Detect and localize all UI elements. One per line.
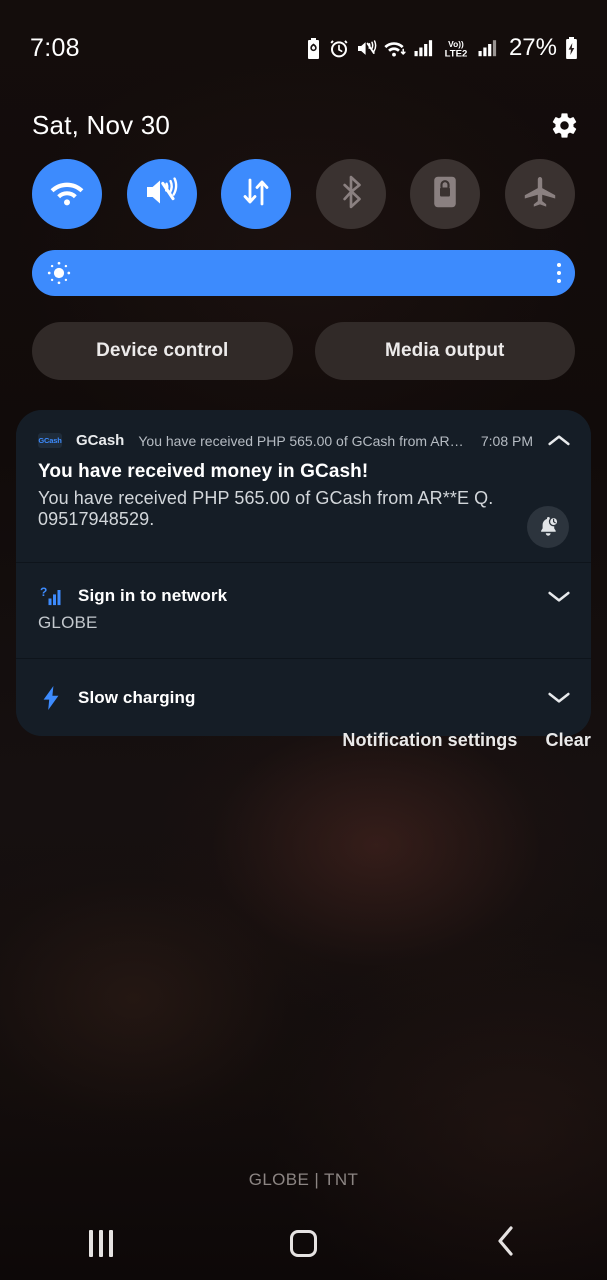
signal-bars-sim1-icon xyxy=(414,39,434,57)
notification-slow-charging[interactable]: Slow charging xyxy=(16,658,591,736)
shade-header: Sat, Nov 30 xyxy=(0,96,607,154)
notification-gcash[interactable]: GCash GCash You have received PHP 565.00… xyxy=(16,410,591,562)
notification-title: Sign in to network xyxy=(78,586,228,605)
notification-sign-in-to-network[interactable]: ? Sign in to network GLOBE xyxy=(16,562,591,658)
media-output-button[interactable]: Media output xyxy=(314,322,575,380)
navigation-bar xyxy=(0,1206,607,1280)
notification-settings-button[interactable]: Notification settings xyxy=(342,730,517,751)
quick-settings-toggles xyxy=(0,158,607,230)
bluetooth-icon xyxy=(336,175,366,214)
rotation-lock-icon xyxy=(432,175,458,214)
notification-summary: You have received PHP 565.00 of GCash fr… xyxy=(138,432,469,449)
notification-actions: Notification settings Clear xyxy=(342,730,591,751)
status-bar: 7:08 Vo)) LTE2 27% xyxy=(0,0,607,96)
notification-title: Slow charging xyxy=(78,687,196,707)
notification-time: 7:08 PM xyxy=(480,432,533,449)
status-bar-icons: Vo)) LTE2 27% xyxy=(305,34,579,62)
brightness-slider[interactable] xyxy=(32,250,575,296)
status-bar-clock: 7:08 xyxy=(30,33,80,62)
notification-body: You have received PHP 565.00 of GCash fr… xyxy=(38,488,494,529)
svg-text:?: ? xyxy=(40,585,47,599)
notification-header: GCash GCash You have received PHP 565.00… xyxy=(38,432,571,449)
chevron-left-icon xyxy=(496,1225,516,1262)
chevron-up-icon[interactable] xyxy=(547,433,571,448)
signal-bars-sim2-icon xyxy=(478,39,498,57)
brightness-sun-icon xyxy=(46,260,72,286)
device-control-button[interactable]: Device control xyxy=(32,322,293,380)
battery-charging-icon xyxy=(564,37,579,59)
date-label: Sat, Nov 30 xyxy=(32,109,171,140)
chevron-down-icon[interactable] xyxy=(547,589,571,604)
recents-icon xyxy=(89,1229,114,1257)
quick-toggle-airplane-mode[interactable] xyxy=(504,159,575,229)
wifi-icon xyxy=(384,39,407,58)
quick-toggle-sound-mode[interactable] xyxy=(126,159,197,229)
nav-back-button[interactable] xyxy=(405,1206,607,1280)
notification-shade-screen: 7:08 Vo)) LTE2 27% Sat, Nov 30 Device co… xyxy=(0,0,607,1280)
gcash-app-icon: GCash xyxy=(38,433,62,448)
alarm-icon xyxy=(329,38,349,58)
svg-text:LTE2: LTE2 xyxy=(445,48,468,58)
airplane-icon xyxy=(523,176,557,213)
bell-clock-icon[interactable] xyxy=(527,506,569,548)
wifi-icon xyxy=(49,178,85,211)
gear-icon[interactable] xyxy=(550,111,579,140)
chevron-down-icon[interactable] xyxy=(547,690,571,705)
bolt-icon xyxy=(38,685,64,711)
volte-icon: Vo)) LTE2 xyxy=(441,38,471,58)
brightness-row xyxy=(32,250,575,296)
shade-control-buttons: Device control Media output xyxy=(32,322,575,380)
data-transfer-icon xyxy=(240,176,272,213)
signal-question-icon: ? xyxy=(38,585,64,607)
nav-home-button[interactable] xyxy=(202,1206,404,1280)
battery-saver-icon xyxy=(305,37,322,59)
home-icon xyxy=(289,1229,317,1257)
mute-vibrate-icon xyxy=(144,176,180,213)
quick-toggle-auto-rotate[interactable] xyxy=(410,159,481,229)
more-vertical-icon[interactable] xyxy=(557,263,561,283)
clear-button[interactable]: Clear xyxy=(545,730,591,751)
nav-recents-button[interactable] xyxy=(0,1206,202,1280)
quick-toggle-bluetooth[interactable] xyxy=(315,159,386,229)
notification-title: You have received money in GCash! xyxy=(38,461,369,482)
quick-toggle-wifi[interactable] xyxy=(32,159,102,229)
notification-subtitle: GLOBE xyxy=(38,613,98,632)
quick-toggle-mobile-data[interactable] xyxy=(221,159,292,229)
notification-list: GCash GCash You have received PHP 565.00… xyxy=(16,410,591,736)
battery-percentage-label: 27% xyxy=(508,34,557,61)
notification-app-name: GCash xyxy=(76,432,125,449)
carrier-label: GLOBE | TNT xyxy=(248,1170,359,1189)
mute-vibrate-icon xyxy=(356,39,377,58)
